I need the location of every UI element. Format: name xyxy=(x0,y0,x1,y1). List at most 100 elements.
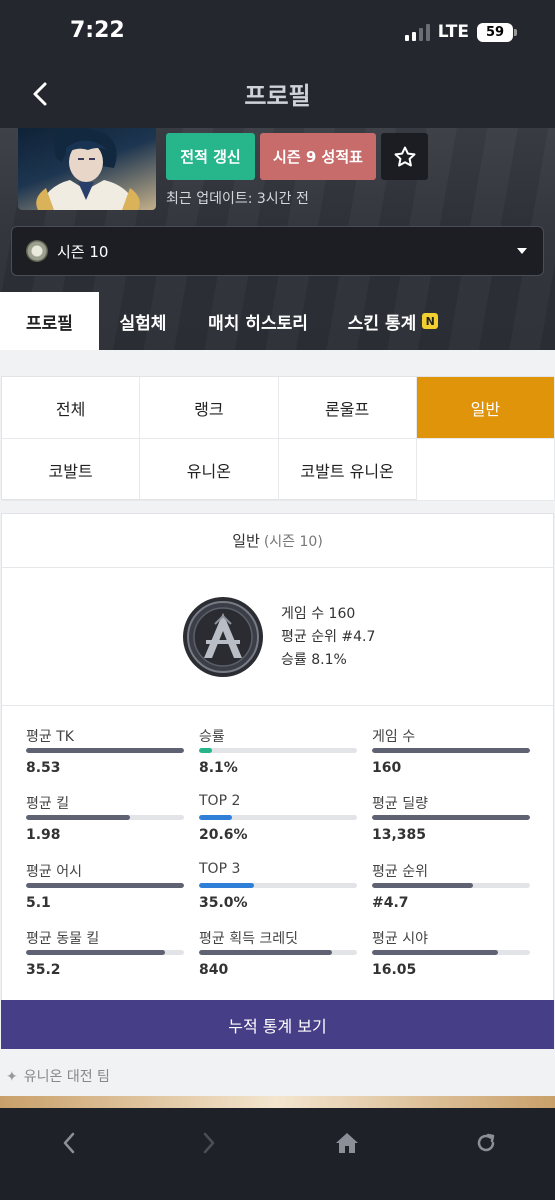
mode-cobalt[interactable]: 코발트 xyxy=(2,439,141,501)
stats-card-subtitle: (시즌 10) xyxy=(263,533,323,550)
stat-label: TOP 2 xyxy=(199,793,241,809)
stat-item: 평균 킬 1.98 xyxy=(26,793,184,843)
stat-item: 평균 순위 #4.7 xyxy=(372,861,530,911)
stat-label: 게임 수 xyxy=(372,729,416,745)
mode-rank[interactable]: 랭크 xyxy=(140,377,279,439)
stat-progress-fill xyxy=(199,748,212,753)
status-indicators: LTE 59 xyxy=(404,22,517,42)
stat-progress-fill xyxy=(199,815,232,820)
summary-winrate: 승률 8.1% xyxy=(281,652,347,668)
stats-grid: 평균 TK 8.53 승률 8.1% 게임 수 160 평균 킬 1.98 TOP 2 20.6%… xyxy=(2,706,553,1000)
stat-progress-fill xyxy=(372,815,530,820)
tab-match-history[interactable]: 매치 히스토리 xyxy=(187,292,329,350)
stat-progress-bar xyxy=(26,815,184,820)
sparkle-icon: ✦ xyxy=(6,1069,18,1085)
mode-lone-wolf[interactable]: 론울프 xyxy=(278,377,417,439)
stat-item: 평균 동물 킬 35.2 xyxy=(26,928,184,978)
status-bar: 7:22 LTE 59 xyxy=(0,0,555,62)
new-badge: N xyxy=(422,313,439,329)
mode-normal[interactable]: 일반 xyxy=(416,377,555,439)
home-icon xyxy=(336,1133,358,1153)
stat-progress-bar xyxy=(26,748,184,753)
stat-progress-fill xyxy=(26,883,184,888)
favorite-button[interactable] xyxy=(381,133,428,180)
stat-progress-bar xyxy=(199,950,357,955)
summary-section: 게임 수 160 평균 순위 #4.7 승률 8.1% xyxy=(2,568,553,706)
tab-characters[interactable]: 실험체 xyxy=(99,292,187,350)
browser-home-button[interactable] xyxy=(322,1118,372,1168)
mode-cobalt-union[interactable]: 코발트 유니온 xyxy=(278,439,417,501)
refresh-record-button[interactable]: 전적 갱신 xyxy=(166,133,255,180)
stat-progress-bar xyxy=(372,815,530,820)
header: 프로필 xyxy=(0,62,555,128)
stat-label: 평균 킬 xyxy=(26,796,70,812)
stat-label: 평균 획득 크레딧 xyxy=(199,931,299,947)
stat-progress-bar xyxy=(26,950,184,955)
stats-card-header: 일반 (시즌 10) xyxy=(2,514,553,568)
stat-progress-bar xyxy=(199,883,357,888)
chevron-left-icon xyxy=(63,1132,75,1154)
mode-empty-cell xyxy=(416,439,555,501)
season-dropdown-value: 시즌 10 xyxy=(57,242,109,261)
stat-progress-fill xyxy=(199,950,332,955)
union-section-title: ✦ 유니온 대전 팀 xyxy=(6,1066,110,1086)
stat-progress-bar xyxy=(372,748,530,753)
stat-value: 35.2 xyxy=(26,962,61,978)
stat-progress-fill xyxy=(199,883,254,888)
summary-games: 게임 수 160 xyxy=(281,606,356,622)
network-label: LTE xyxy=(437,22,469,42)
profile-tabs: 프로필 실험체 매치 히스토리 스킨 통계 N xyxy=(0,292,555,350)
stat-progress-bar xyxy=(372,950,530,955)
stat-value: 160 xyxy=(372,760,402,776)
summary-avg-rank: 평균 순위 #4.7 xyxy=(281,629,376,645)
tab-profile[interactable]: 프로필 xyxy=(0,292,99,350)
stat-label: 평균 시야 xyxy=(372,931,428,947)
signal-icon xyxy=(404,23,430,41)
stat-item: 평균 TK 8.53 xyxy=(26,726,184,776)
tab-label: 프로필 xyxy=(26,313,73,334)
stat-progress-fill xyxy=(26,950,165,955)
stat-progress-fill xyxy=(372,883,473,888)
stat-label: 평균 어시 xyxy=(26,864,82,880)
stat-item: 승률 8.1% xyxy=(199,726,357,776)
stat-value: 20.6% xyxy=(199,827,248,843)
season-dropdown[interactable]: 시즌 10 xyxy=(11,226,544,276)
stat-label: 평균 순위 xyxy=(372,864,428,880)
stat-progress-bar xyxy=(199,748,357,753)
mode-all[interactable]: 전체 xyxy=(2,377,141,439)
stat-item: 평균 획득 크레딧 840 xyxy=(199,928,357,978)
stat-value: 1.98 xyxy=(26,827,61,843)
union-section-label: 유니온 대전 팀 xyxy=(23,1069,110,1085)
stat-item: 평균 어시 5.1 xyxy=(26,861,184,911)
mode-union[interactable]: 유니온 xyxy=(140,439,279,501)
stat-item: TOP 3 35.0% xyxy=(199,861,357,911)
cumulative-stats-button[interactable]: 누적 통계 보기 xyxy=(1,1000,554,1049)
status-time: 7:22 xyxy=(70,18,125,43)
browser-back-button[interactable] xyxy=(44,1118,94,1168)
season-report-button[interactable]: 시즌 9 성적표 xyxy=(260,133,376,180)
stat-value: 840 xyxy=(199,962,229,978)
season-emblem-icon xyxy=(26,240,48,262)
stat-label: TOP 3 xyxy=(199,861,241,877)
stat-progress-bar xyxy=(199,815,357,820)
stat-item: 평균 딜량 13,385 xyxy=(372,793,530,843)
browser-forward-button[interactable] xyxy=(184,1118,234,1168)
stat-label: 평균 딜량 xyxy=(372,796,428,812)
stat-progress-fill xyxy=(372,748,530,753)
stat-item: 평균 시야 16.05 xyxy=(372,928,530,978)
tab-skin-stats[interactable]: 스킨 통계 N xyxy=(329,292,457,350)
stat-value: 16.05 xyxy=(372,962,417,978)
stat-progress-fill xyxy=(372,950,498,955)
stat-progress-bar xyxy=(372,883,530,888)
stat-value: 35.0% xyxy=(199,895,248,911)
chevron-right-icon xyxy=(203,1132,215,1154)
stat-value: 8.1% xyxy=(199,760,238,776)
battery-icon: 59 xyxy=(477,22,517,42)
browser-reload-button[interactable] xyxy=(461,1118,511,1168)
stat-value: 8.53 xyxy=(26,760,61,776)
stat-value: #4.7 xyxy=(372,895,409,911)
content-area: 전체 랭크 론울프 일반 코발트 유니온 코발트 유니온 일반 (시즌 10) xyxy=(0,350,555,1108)
union-team-card-edge xyxy=(0,1096,555,1108)
stats-card: 일반 (시즌 10) 게임 수 160 평균 순위 #4.7 승률 8.1% 평… xyxy=(1,513,554,1049)
tab-label: 실험체 xyxy=(119,313,167,334)
